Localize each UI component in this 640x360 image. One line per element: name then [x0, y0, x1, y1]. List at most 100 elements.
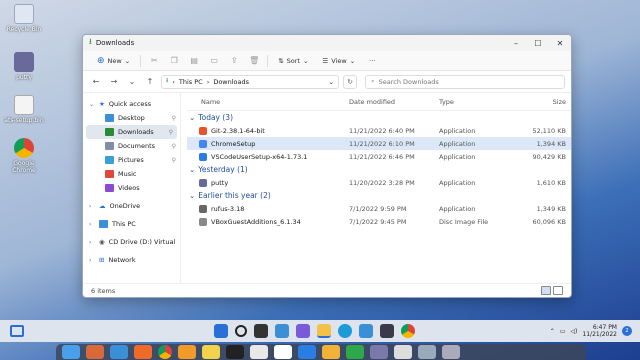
chat-icon[interactable] [296, 324, 310, 338]
chrome-icon[interactable] [158, 345, 172, 359]
sidebar-item-downloads[interactable]: Downloads ⚲ [86, 125, 177, 139]
search-box[interactable]: ⌕ [365, 74, 565, 89]
chevron-down-icon[interactable]: ⌄ [189, 165, 195, 174]
desktop-icon-ats-setup[interactable]: ats-setup.bin [2, 95, 46, 124]
table-row[interactable]: ChromeSetup 11/21/2022 6:10 PM Applicati… [187, 137, 571, 150]
desktop-icon-chrome[interactable]: Google Chrome [2, 138, 46, 174]
monitor-icon[interactable] [346, 345, 364, 359]
sidebar-item-quick-access[interactable]: ⌄ ★ Quick access [83, 97, 180, 111]
column-header-name[interactable]: Name [187, 98, 349, 106]
table-row[interactable]: putty 11/20/2022 3:28 PM Application 1,6… [187, 176, 571, 189]
column-header-date[interactable]: Date modified [349, 98, 439, 106]
table-row[interactable]: VSCodeUserSetup-x64-1.73.1 11/21/2022 6:… [187, 150, 571, 163]
tiles-view-icon[interactable] [553, 286, 563, 295]
minimize-button[interactable]: – [505, 39, 527, 48]
delete-icon[interactable]: 🗑 [247, 56, 261, 65]
volume-icon[interactable]: ◁) [570, 328, 577, 335]
address-bar[interactable]: ⭳ › This PC › Downloads ⌄ [161, 74, 339, 89]
start-icon[interactable] [214, 324, 228, 338]
group-header[interactable]: ⌄ Yesterday (1) [187, 163, 571, 176]
terminal-icon[interactable] [380, 324, 394, 338]
task-view-icon[interactable] [254, 324, 268, 338]
table-row[interactable]: rufus-3.18 7/1/2022 9:59 PM Application … [187, 202, 571, 215]
swift-icon[interactable] [134, 345, 152, 359]
chevron-up-icon[interactable]: ⌃ [550, 328, 555, 335]
computer-icon [99, 220, 108, 228]
paste-icon[interactable]: ▤ [187, 56, 201, 65]
copy-icon[interactable]: ❐ [167, 56, 181, 65]
launchpad-icon[interactable] [86, 345, 104, 359]
desktop-icon-recycle-bin[interactable]: Recycle Bin [2, 4, 46, 33]
tasks-icon[interactable] [298, 345, 316, 359]
sidebar-item-network[interactable]: › ⊞ Network [83, 253, 180, 267]
chevron-down-icon[interactable]: ⌄ [329, 78, 334, 86]
terminal-icon[interactable] [226, 345, 244, 359]
folder-icon[interactable] [418, 345, 436, 359]
edge-icon[interactable] [338, 324, 352, 338]
file-explorer-icon[interactable] [317, 324, 331, 338]
sidebar-item-videos[interactable]: Videos [83, 181, 180, 195]
breadcrumb-downloads[interactable]: Downloads [213, 78, 249, 86]
trash-icon[interactable] [442, 345, 460, 359]
chevron-down-icon[interactable]: ⌄ [189, 113, 195, 122]
sidebar-item-onedrive[interactable]: › ☁ OneDrive [83, 199, 180, 213]
widgets-board-icon[interactable] [275, 324, 289, 338]
back-icon[interactable]: ← [89, 77, 103, 86]
chevron-down-icon[interactable]: ⌄ [89, 101, 95, 108]
table-row[interactable]: Git-2.38.1-64-bit 11/21/2022 6:40 PM App… [187, 124, 571, 137]
search-icon[interactable] [235, 325, 247, 337]
view-button[interactable]: ☰ View ⌄ [318, 55, 359, 67]
table-row[interactable]: VBoxGuestAdditions_6.1.34 7/1/2022 9:45 … [187, 215, 571, 228]
sidebar-item-pictures[interactable]: Pictures ⚲ [83, 153, 180, 167]
refresh-button[interactable]: ↻ [343, 74, 357, 89]
chevron-down-icon[interactable]: ⌄ [125, 77, 139, 86]
network-icon[interactable]: ▭ [560, 328, 566, 335]
group-header[interactable]: ⌄ Today (3) [187, 111, 571, 124]
close-button[interactable]: ✕ [549, 39, 571, 48]
column-header-size[interactable]: Size [514, 98, 570, 106]
more-options-button[interactable]: ··· [365, 55, 379, 67]
forward-icon[interactable]: → [107, 77, 121, 86]
widgets-icon[interactable] [10, 325, 24, 337]
calendar-icon[interactable] [274, 345, 292, 359]
pencil-icon[interactable] [322, 345, 340, 359]
chevron-down-icon[interactable]: ⌄ [189, 191, 195, 200]
clock[interactable]: 6:47 PM 11/21/2022 [582, 324, 617, 338]
view-icon: ☰ [322, 56, 329, 65]
group-header[interactable]: ⌄ Earlier this year (2) [187, 189, 571, 202]
notes-icon[interactable] [202, 345, 220, 359]
desktop-icon-putty[interactable]: putty [2, 52, 46, 81]
books-icon[interactable] [178, 345, 196, 359]
virtualbox-icon[interactable] [370, 345, 388, 359]
sidebar-item-cd-drive[interactable]: › ◉ CD Drive (D:) Virtual [83, 235, 180, 249]
recycle-bin-icon [14, 4, 34, 24]
chevron-right-icon[interactable]: › [89, 239, 95, 246]
chevron-right-icon[interactable]: › [89, 221, 95, 228]
finder-icon[interactable] [62, 345, 80, 359]
maximize-button[interactable]: ☐ [527, 39, 549, 48]
sidebar-item-documents[interactable]: Documents ⚲ [83, 139, 180, 153]
new-button[interactable]: ⊕ New ⌄ [93, 54, 134, 68]
pages-icon[interactable] [250, 345, 268, 359]
sort-button[interactable]: ⇅ Sort ⌄ [274, 55, 312, 67]
cut-icon[interactable]: ✂ [147, 56, 161, 65]
chrome-icon[interactable] [401, 324, 415, 338]
chevron-right-icon[interactable]: › [89, 203, 95, 210]
share-icon[interactable]: ⇪ [227, 56, 241, 65]
window-icon[interactable] [394, 345, 412, 359]
store-icon[interactable] [359, 324, 373, 338]
notification-badge[interactable]: 2 [622, 326, 632, 336]
sidebar-item-label: This PC [112, 220, 136, 228]
breadcrumb-this-pc[interactable]: This PC [179, 78, 203, 86]
sidebar-item-this-pc[interactable]: › This PC [83, 217, 180, 231]
sidebar-item-desktop[interactable]: Desktop ⚲ [83, 111, 180, 125]
chevron-right-icon[interactable]: › [89, 257, 95, 264]
rename-icon[interactable]: ▭ [207, 56, 221, 65]
search-input[interactable] [378, 77, 559, 86]
up-icon[interactable]: ↑ [143, 77, 157, 86]
column-header-type[interactable]: Type [439, 98, 514, 106]
file-type: Disc Image File [439, 217, 489, 226]
mail-icon[interactable] [110, 345, 128, 359]
details-view-icon[interactable] [541, 286, 551, 295]
sidebar-item-music[interactable]: Music [83, 167, 180, 181]
